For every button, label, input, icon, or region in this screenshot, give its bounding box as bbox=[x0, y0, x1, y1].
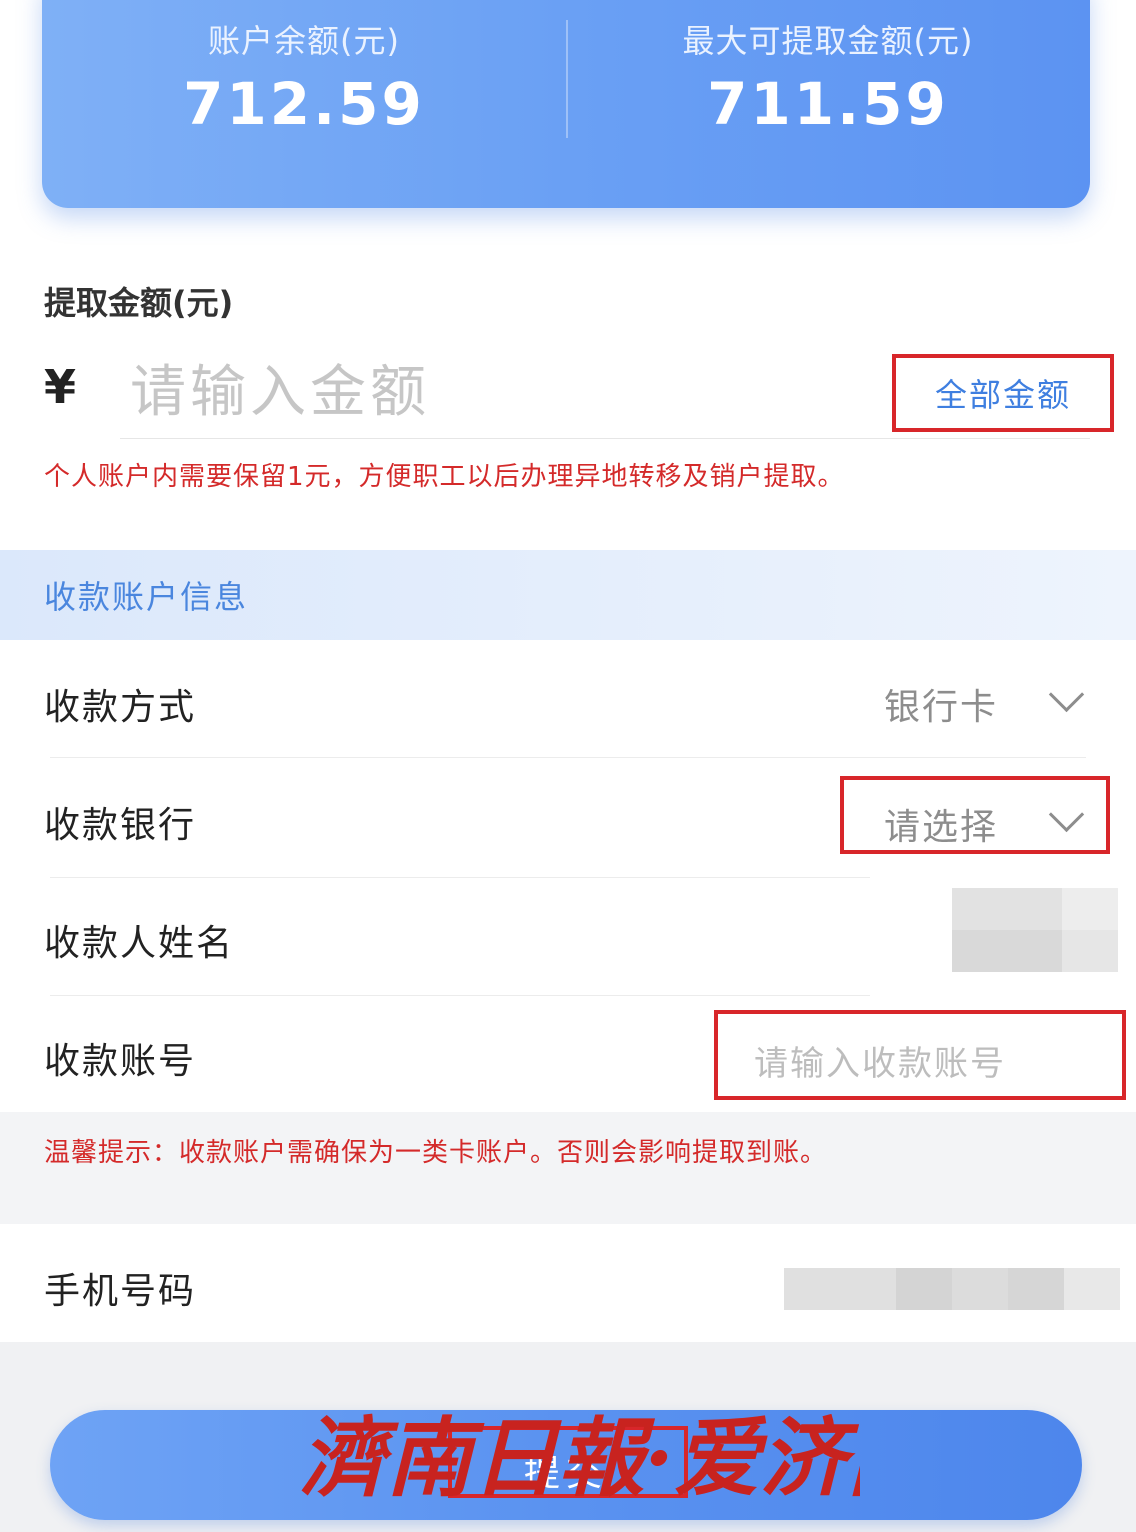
balance-value: 712.59 bbox=[183, 70, 425, 138]
max-withdraw-value: 711.59 bbox=[707, 70, 949, 138]
balance-card: 账户余额(元) 712.59 最大可提取金额(元) 711.59 bbox=[42, 0, 1090, 208]
row-divider bbox=[50, 877, 870, 878]
account-number-field[interactable]: 请输入收款账号 bbox=[714, 1010, 1126, 1100]
account-info-header: 收款账户信息 bbox=[0, 550, 1136, 640]
max-withdraw-label: 最大可提取金额(元) bbox=[682, 22, 974, 60]
watermark-text: 濟南日報·爱济南 bbox=[300, 1408, 860, 1509]
payee-name-value-blur bbox=[952, 930, 1118, 972]
row-divider bbox=[50, 995, 870, 996]
account-number-placeholder: 请输入收款账号 bbox=[754, 1044, 1006, 1084]
method-value: 银行卡 bbox=[884, 687, 999, 728]
account-number-label: 收款账号 bbox=[44, 1041, 197, 1082]
card-type-tip: 温馨提示：收款账户需确保为一类卡账户。否则会影响提取到账。 bbox=[44, 1138, 828, 1168]
payee-name-value bbox=[952, 888, 1118, 930]
amount-input[interactable] bbox=[130, 352, 830, 432]
retain-note: 个人账户内需要保留1元，方便职工以后办理异地转移及销户提取。 bbox=[44, 462, 845, 492]
currency-symbol: ¥ bbox=[44, 360, 77, 414]
bank-value: 请选择 bbox=[884, 807, 999, 848]
withdraw-amount-label: 提取金额(元) bbox=[44, 284, 234, 322]
amount-divider bbox=[120, 438, 1090, 439]
all-amount-button[interactable]: 全部金额 bbox=[892, 354, 1114, 432]
account-info-title: 收款账户信息 bbox=[44, 578, 249, 616]
method-label: 收款方式 bbox=[44, 687, 197, 728]
balance-label: 账户余额(元) bbox=[208, 22, 400, 60]
bank-label: 收款银行 bbox=[44, 805, 197, 846]
phone-label: 手机号码 bbox=[44, 1271, 197, 1312]
row-divider bbox=[50, 757, 1086, 758]
bank-select[interactable]: 请选择 bbox=[840, 776, 1110, 854]
chevron-down-icon bbox=[1048, 796, 1085, 833]
phone-value bbox=[784, 1268, 1120, 1310]
payee-name-label: 收款人姓名 bbox=[44, 923, 235, 964]
newspaper-watermark: 濟南日報·爱济南 bbox=[300, 1408, 860, 1509]
chevron-down-icon bbox=[1048, 676, 1085, 713]
